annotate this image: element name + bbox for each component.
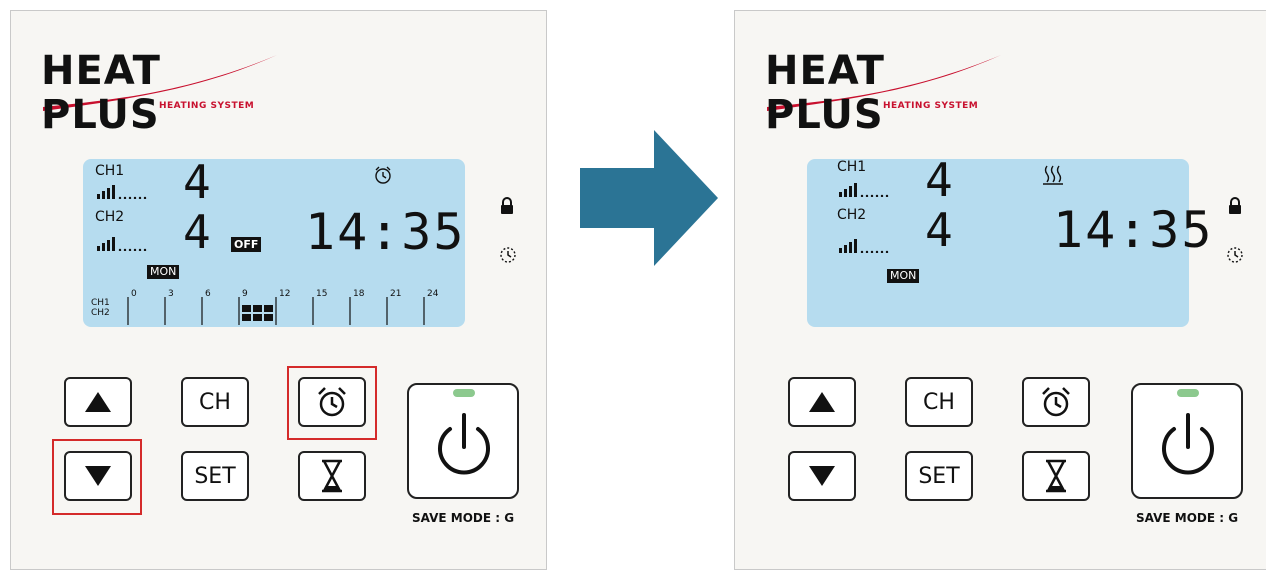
schedule-timeline [127,297,425,325]
hour-6: 6 [205,289,211,299]
up-arrow-icon [85,392,111,412]
timer-clock-icon [1227,247,1243,263]
power-button[interactable] [1131,383,1243,499]
ch2-value: 4 [183,205,211,259]
down-arrow-icon [809,466,835,486]
hour-24: 24 [427,289,439,299]
ch-button[interactable]: CH [905,377,973,427]
up-arrow-icon [809,392,835,412]
lcd-display: CH1 4 CH2 4 OFF 14:35 MON CH1 CH2 0 3 6 … [83,155,466,327]
lock-icon [501,197,513,214]
alarm-button[interactable] [1022,377,1090,427]
logo-wordmark: HEAT PLUS [41,48,161,138]
heat-plus-logo: HEAT PLUS HEATING SYSTEM [41,49,281,137]
ch1-signal-icon [97,185,147,199]
off-badge: OFF [231,237,262,252]
ch-button-label: CH [923,389,955,415]
set-button[interactable]: SET [905,451,973,501]
up-button[interactable] [64,377,132,427]
controller-panel-before: HEAT PLUS HEATING SYSTEM CH1 4 CH2 4 OFF… [10,10,547,570]
heating-icon [1043,165,1063,185]
ch2-label: CH2 [95,209,125,225]
ch-button-label: CH [199,389,231,415]
timer-button[interactable] [298,451,366,501]
timer-clock-icon [500,247,516,263]
power-led [1177,389,1199,397]
ch1-value: 4 [925,153,953,207]
hour-12: 12 [279,289,291,299]
timer-button[interactable] [1022,451,1090,501]
day-badge: MON [147,265,180,279]
ch1-signal-icon [839,183,889,197]
hour-18: 18 [353,289,365,299]
save-mode-label: SAVE MODE : G [1136,511,1239,525]
clock-time: 14:35 [305,203,466,261]
logo-tagline: HEATING SYSTEM [159,101,255,111]
hour-21: 21 [390,289,402,299]
controller-panel-after: HEAT PLUS HEATING SYSTEM CH1 4 CH2 4 14:… [734,10,1266,570]
highlight-alarm-button [287,366,377,440]
power-button[interactable] [407,383,519,499]
save-mode-label: SAVE MODE : G [412,511,515,525]
ch1-value: 4 [183,155,211,209]
ch-button[interactable]: CH [181,377,249,427]
lock-icon [1229,197,1241,214]
schedule-blocks [242,305,273,321]
set-button[interactable]: SET [181,451,249,501]
up-button[interactable] [788,377,856,427]
clock-time: 14:35 [1053,201,1214,259]
power-icon [438,413,490,475]
logo-tagline: HEATING SYSTEM [883,101,979,111]
ch2-value: 4 [925,203,953,257]
hour-15: 15 [316,289,328,299]
hourglass-icon [322,459,342,493]
set-button-label: SET [918,463,960,489]
down-button[interactable] [788,451,856,501]
ch1-label: CH1 [837,159,867,175]
lcd-display: CH1 4 CH2 4 14:35 MON [807,153,1212,327]
alarm-clock-icon [375,166,391,184]
hourglass-icon [1046,459,1066,493]
logo-wordmark: HEAT PLUS [765,48,885,138]
set-button-label: SET [194,463,236,489]
day-badge: MON [887,269,920,283]
ch1-label: CH1 [95,163,125,179]
power-icon [1162,413,1214,475]
transition-arrow-icon [580,130,718,266]
hour-0: 0 [131,289,137,299]
power-led [453,389,475,397]
ch2-signal-icon [839,239,889,253]
heat-plus-logo: HEAT PLUS HEATING SYSTEM [765,49,1005,137]
highlight-down-button [52,439,142,515]
alarm-clock-icon [1042,387,1070,417]
ch2-signal-icon [97,237,147,251]
hour-9: 9 [242,289,248,299]
ch2-label: CH2 [837,207,867,223]
hour-3: 3 [168,289,174,299]
